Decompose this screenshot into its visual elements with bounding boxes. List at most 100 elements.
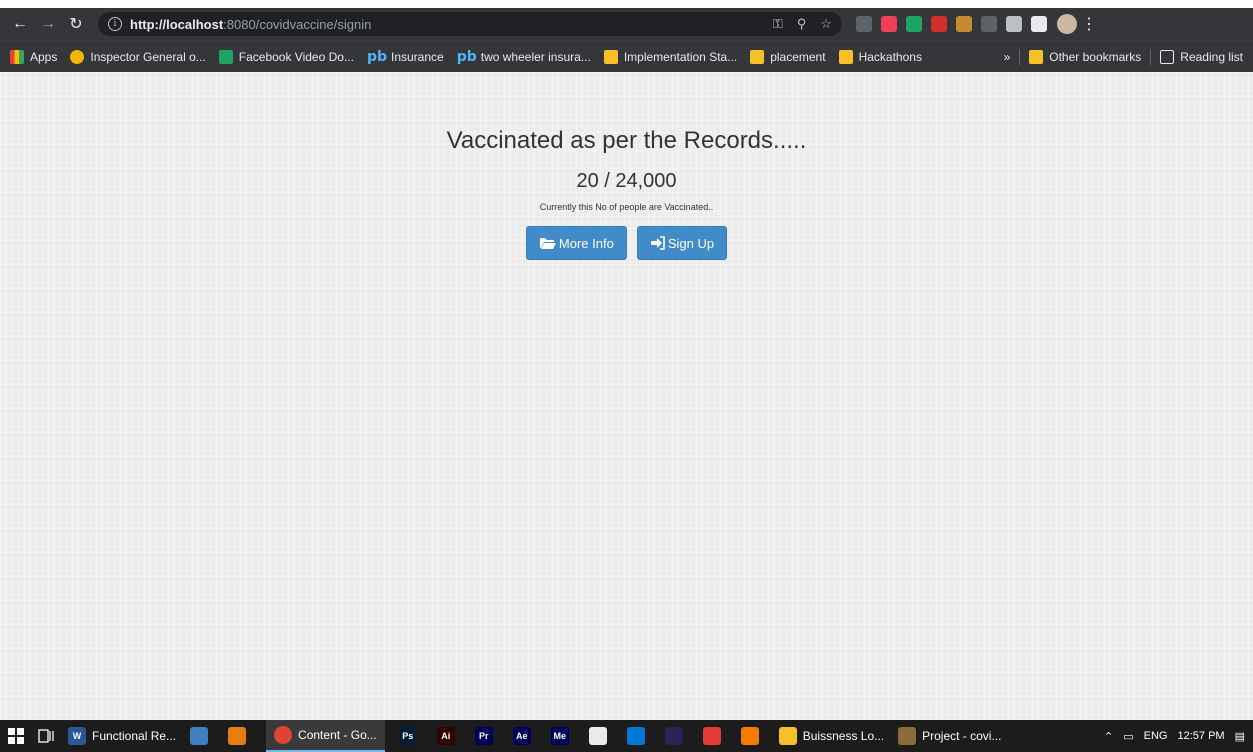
reading-list-icon [1160, 49, 1175, 64]
photoshop-icon: Ps [398, 727, 417, 745]
aftereffects-icon: Ae [512, 727, 531, 745]
taskbar-app[interactable] [588, 720, 613, 752]
project-icon [898, 727, 917, 745]
illustrator-icon: Ai [436, 727, 455, 745]
reload-button[interactable]: ↻ [64, 12, 88, 36]
omnibox-actions: ⚿ ⚲ ☆ [773, 16, 832, 32]
divider [1019, 48, 1021, 65]
task-view-icon [38, 729, 54, 743]
taskbar-app[interactable]: Ps [398, 720, 423, 752]
download-icon [218, 49, 233, 64]
chevron-up-icon[interactable]: ⌃ [1104, 730, 1113, 743]
windows-icon [8, 728, 24, 744]
box-extension-icon[interactable] [1006, 16, 1022, 32]
blender-icon [228, 727, 247, 745]
page-title: Vaccinated as per the Records..... [446, 127, 807, 154]
wallet-extension-icon[interactable] [906, 16, 922, 32]
bookmarks-bar: Apps Inspector General o... Facebook Vide… [0, 40, 1253, 72]
sign-up-button[interactable]: Sign Up [636, 226, 728, 260]
extensions-area [856, 16, 1047, 32]
forward-button[interactable]: → [36, 12, 60, 36]
bookmark-item[interactable]: Hackathons [838, 49, 922, 65]
premiere-icon: Pr [474, 727, 493, 745]
star-icon[interactable]: ☆ [820, 16, 832, 32]
taskbar-app[interactable] [626, 720, 651, 752]
bookmark-list: Inspector General o... Facebook Video Do.… [70, 49, 935, 65]
windows-taskbar: W Functional Re... Content - Go... Ps Ai Pr Ae… [0, 720, 1253, 752]
apps-grid-icon [10, 49, 24, 64]
taskbar-app[interactable]: Buissness Lo... [778, 720, 884, 752]
bookmark-item[interactable]: Inspector General o... [70, 49, 206, 65]
taskbar-app[interactable]: Ai [436, 720, 461, 752]
reading-list-button[interactable]: Reading list [1160, 49, 1243, 64]
taskbar-app[interactable]: Content - Go... [266, 720, 385, 752]
bookmark-apps[interactable]: Apps [10, 49, 57, 64]
folder-icon [603, 49, 618, 64]
puzzle-extension-icon[interactable] [1031, 16, 1047, 32]
word-icon: W [68, 727, 86, 745]
taskbar-app[interactable] [190, 720, 214, 752]
bookmark-item[interactable]: Implementation Sta... [603, 49, 737, 65]
language-indicator[interactable]: ENG [1144, 730, 1168, 742]
app-orange-icon [740, 727, 759, 745]
taskbar-app[interactable] [228, 720, 252, 752]
menu-icon[interactable]: ⋮ [1081, 14, 1097, 34]
pb-icon: pb [366, 48, 387, 65]
folder-icon [778, 727, 797, 745]
divider [1150, 48, 1152, 65]
search-extension-icon[interactable] [981, 16, 997, 32]
taskbar-app[interactable]: Pr [474, 720, 499, 752]
camera-extension-icon[interactable] [856, 16, 872, 32]
opera-extension-icon[interactable] [931, 16, 947, 32]
bookmarks-overflow-button[interactable]: » [1004, 50, 1011, 64]
folder-icon [750, 49, 765, 64]
vaccinated-count: 20 / 24,000 [576, 170, 677, 192]
page-viewport: Vaccinated as per the Records..... 20 / … [0, 72, 1253, 720]
taskbar-app[interactable] [740, 720, 765, 752]
pb-icon: pb [456, 48, 477, 65]
notification-icon[interactable]: ▤ [1235, 730, 1245, 743]
sign-in-icon [650, 236, 666, 250]
task-view-button[interactable] [38, 720, 54, 752]
taskbar-app[interactable]: Project - covi... [898, 720, 1001, 752]
pocket-extension-icon[interactable] [881, 16, 897, 32]
bookmarks-right: » Other bookmarks Reading list [1004, 48, 1243, 65]
taskbar-app[interactable]: Ae [512, 720, 537, 752]
zoom-icon[interactable]: ⚲ [797, 16, 807, 32]
taskbar-app[interactable]: Me [550, 720, 575, 752]
file-icon [588, 727, 607, 745]
key-icon[interactable]: ⚿ [773, 16, 783, 32]
chrome-icon [274, 726, 293, 744]
taskbar-apps: W Functional Re... Content - Go... Ps Ai Pr Ae… [68, 720, 1015, 752]
url-host: http://localhost [130, 16, 224, 32]
taskbar-app[interactable] [702, 720, 727, 752]
back-button[interactable]: ← [8, 12, 32, 36]
system-tray: ⌃ ▭ ENG 12:57 PM ▤ [1104, 730, 1245, 743]
bookmark-item[interactable]: Facebook Video Do... [218, 49, 354, 65]
folder-icon [838, 49, 853, 64]
app-red-icon [702, 727, 721, 745]
cookie-extension-icon[interactable] [956, 16, 972, 32]
bookmark-other[interactable]: Other bookmarks [1029, 49, 1141, 64]
hero-section: Vaccinated as per the Records..... 20 / … [0, 124, 1253, 260]
address-bar[interactable]: i http://localhost :8080/covidvaccine/si… [98, 12, 842, 36]
network-icon[interactable]: ▭ [1123, 730, 1133, 743]
clock[interactable]: 12:57 PM [1178, 730, 1225, 743]
folder-open-icon [539, 236, 557, 250]
vscode-icon [626, 727, 645, 745]
taskbar-app[interactable]: W Functional Re... [68, 720, 176, 752]
bookmark-item[interactable]: placement [750, 49, 826, 65]
browser-toolbar: ← → ↻ i http://localhost :8080/covidvacc… [0, 8, 1253, 40]
site-info-icon[interactable]: i [108, 17, 122, 31]
mediaencoder-icon: Me [550, 727, 569, 745]
more-info-button[interactable]: More Info [525, 226, 627, 260]
vaccinated-note: Currently this No of people are Vaccinat… [539, 202, 714, 212]
globe-icon [70, 49, 85, 64]
eclipse-icon [664, 727, 683, 745]
bookmark-item[interactable]: pb Insurance [367, 49, 444, 65]
start-button[interactable] [8, 720, 24, 752]
profile-avatar[interactable] [1057, 14, 1077, 34]
app-icon [190, 727, 209, 745]
taskbar-app[interactable] [664, 720, 689, 752]
bookmark-item[interactable]: pb two wheeler insura... [457, 49, 591, 65]
